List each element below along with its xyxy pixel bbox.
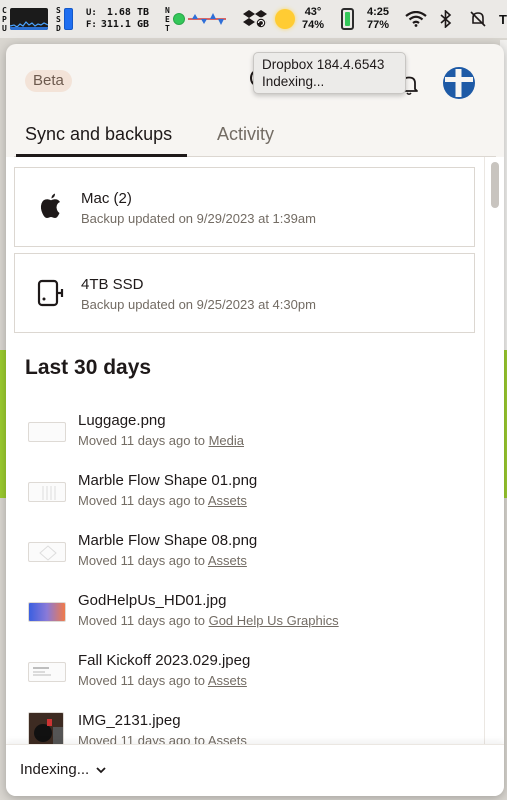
partial-menu-item[interactable]: T xyxy=(499,0,507,38)
device-status: Backup updated on 9/29/2023 at 1:39am xyxy=(81,211,316,226)
folder-link[interactable]: Assets xyxy=(208,733,247,744)
file-row[interactable]: Marble Flow Shape 08.png Moved 11 days a… xyxy=(6,522,484,582)
disk-label: U: F: xyxy=(86,8,97,30)
ssd-bar xyxy=(63,8,73,30)
ssd-label: S S D xyxy=(56,5,61,33)
dropbox-menu-icon[interactable] xyxy=(243,0,267,38)
file-row[interactable]: Marble Flow Shape 01.png Moved 11 days a… xyxy=(6,462,484,522)
folder-link[interactable]: Assets xyxy=(208,673,247,688)
file-name: GodHelpUs_HD01.jpg xyxy=(78,592,227,609)
file-name: Luggage.png xyxy=(78,412,166,429)
file-row[interactable]: Fall Kickoff 2023.029.jpeg Moved 11 days… xyxy=(6,642,484,702)
external-drive-icon xyxy=(37,279,64,307)
file-name: IMG_2131.jpeg xyxy=(78,712,181,729)
file-activity: Moved 11 days ago to Assets xyxy=(78,493,247,508)
tooltip-version: Dropbox 184.4.6543 xyxy=(262,57,385,72)
notifications-muted-icon[interactable] xyxy=(469,0,487,38)
net-label: N E T xyxy=(165,5,170,33)
file-activity: Moved 11 days ago to Media xyxy=(78,433,244,448)
device-card-ssd[interactable]: 4TB SSD Backup updated on 9/25/2023 at 4… xyxy=(14,253,475,333)
file-thumbnail xyxy=(28,482,66,502)
network-graph-icon xyxy=(187,13,226,25)
status-label: Indexing... xyxy=(20,761,90,778)
file-thumbnail xyxy=(28,542,66,562)
wifi-icon[interactable] xyxy=(405,0,427,38)
file-activity: Moved 11 days ago to Assets xyxy=(78,553,247,568)
net-monitor[interactable]: N E T xyxy=(165,0,226,38)
file-activity: Moved 11 days ago to God Help Us Graphic… xyxy=(78,613,339,628)
dropbox-tooltip: Dropbox 184.4.6543 Indexing... xyxy=(253,52,406,94)
tab-bar: Sync and backups Activity xyxy=(14,116,496,157)
file-row[interactable]: GodHelpUs_HD01.jpg Moved 11 days ago to … xyxy=(6,582,484,642)
cpu-graph xyxy=(9,8,48,30)
dropbox-panel: Beta Sync and backups Activity Mac (2) B… xyxy=(6,44,504,796)
folder-link[interactable]: Assets xyxy=(208,493,247,508)
clock-widget[interactable]: 4:25 77% xyxy=(367,0,389,38)
device-status: Backup updated on 9/25/2023 at 4:30pm xyxy=(81,297,316,312)
scroll-content[interactable]: Mac (2) Backup updated on 9/29/2023 at 1… xyxy=(6,157,504,744)
apple-icon xyxy=(40,193,60,218)
file-name: Fall Kickoff 2023.029.jpeg xyxy=(78,652,251,669)
file-thumbnail xyxy=(28,662,66,682)
file-name: Marble Flow Shape 08.png xyxy=(78,532,258,549)
folder-link[interactable]: Assets xyxy=(208,553,247,568)
status-dot-icon xyxy=(172,13,185,25)
battery-percent: 77% xyxy=(367,19,390,31)
scrollbar-thumb[interactable] xyxy=(491,162,499,208)
battery-icon[interactable] xyxy=(341,0,354,38)
tab-sync-and-backups[interactable]: Sync and backups xyxy=(25,122,172,146)
temperature: 43° xyxy=(304,6,322,18)
clock-time: 4:25 xyxy=(367,6,390,18)
device-name: 4TB SSD xyxy=(81,276,144,293)
ssd-monitor[interactable]: S S D xyxy=(56,0,73,38)
cpu-label: C P U xyxy=(2,5,7,33)
scrollbar-track[interactable] xyxy=(484,157,504,744)
beta-badge: Beta xyxy=(25,70,72,92)
file-row[interactable]: Luggage.png Moved 11 days ago to Media xyxy=(6,402,484,462)
cpu-monitor[interactable]: C P U xyxy=(2,0,48,38)
file-thumbnail xyxy=(28,602,66,622)
menu-bar: C P U S S D U: F: 1.68 TB 311.1 GB N E T xyxy=(0,0,507,38)
disk-free: 311.1 GB xyxy=(100,19,150,30)
footer-bar: Indexing... xyxy=(6,744,504,796)
weather-widget[interactable]: 43° 74% xyxy=(275,0,324,38)
file-thumbnail xyxy=(28,422,66,442)
chevron-down-icon xyxy=(96,766,106,773)
folder-link[interactable]: Media xyxy=(209,433,244,448)
folder-link[interactable]: God Help Us Graphics xyxy=(209,613,339,628)
file-row[interactable]: IMG_2131.jpeg Moved 11 days ago to Asset… xyxy=(6,702,484,744)
sun-icon xyxy=(275,9,295,29)
disk-used: 1.68 TB xyxy=(106,7,150,18)
device-name: Mac (2) xyxy=(81,190,132,207)
file-thumbnail xyxy=(28,712,64,744)
file-name: Marble Flow Shape 01.png xyxy=(78,472,258,489)
device-card-mac[interactable]: Mac (2) Backup updated on 9/29/2023 at 1… xyxy=(14,167,475,247)
section-title: Last 30 days xyxy=(25,356,152,379)
file-activity: Moved 11 days ago to Assets xyxy=(78,733,247,744)
account-avatar-icon[interactable] xyxy=(442,66,476,100)
bluetooth-icon[interactable] xyxy=(440,0,452,38)
humidity: 74% xyxy=(302,19,325,31)
file-activity: Moved 11 days ago to Assets xyxy=(78,673,247,688)
tab-activity[interactable]: Activity xyxy=(217,122,274,146)
status-dropdown[interactable]: Indexing... xyxy=(20,761,107,778)
tooltip-status: Indexing... xyxy=(262,74,325,89)
disk-monitor[interactable]: U: F: 1.68 TB 311.1 GB xyxy=(86,0,149,38)
